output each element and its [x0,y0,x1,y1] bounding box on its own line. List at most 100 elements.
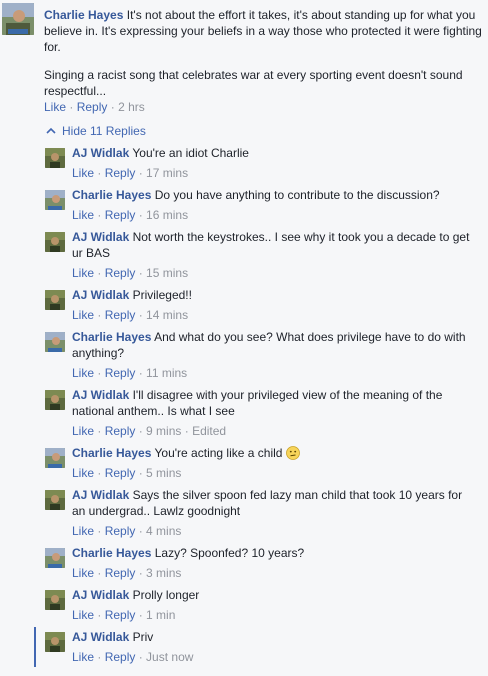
separator: · [135,366,147,380]
reply-message: You're acting like a child [154,446,283,460]
reply-timestamp[interactable]: 15 mins [146,266,188,280]
avatar[interactable] [45,490,65,510]
hide-replies-button[interactable]: Hide 11 Replies [46,123,146,139]
reply-author[interactable]: AJ Widlak [72,230,129,244]
reply-author[interactable]: AJ Widlak [72,288,129,302]
reply-button[interactable]: Reply [105,608,136,622]
reply-button[interactable]: Reply [105,650,136,664]
new-reply-indicator [34,627,36,667]
confused-emoji-icon [286,446,301,464]
reply-actions: Like · Reply · 5 mins [72,465,181,481]
reply-actions: Like · Reply · 9 mins · Edited [72,423,226,439]
reply-author[interactable]: AJ Widlak [72,630,129,644]
reply-button[interactable]: Reply [105,424,136,438]
reply-actions: Like · Reply · 16 mins [72,207,188,223]
reply-actions: Like · Reply · 1 min [72,607,175,623]
reply-timestamp[interactable]: 4 mins [146,524,181,538]
reply-timestamp[interactable]: 11 mins [146,366,187,380]
like-button[interactable]: Like [72,208,94,222]
bottom-strip [0,670,488,676]
reply-author[interactable]: AJ Widlak [72,488,129,502]
like-button[interactable]: Like [72,366,94,380]
like-button[interactable]: Like [72,524,94,538]
avatar[interactable] [45,290,65,310]
avatar[interactable] [45,548,65,568]
reply-message: Prolly longer [132,588,200,602]
reply-timestamp[interactable]: 3 mins [146,566,181,580]
reply-button[interactable]: Reply [105,166,136,180]
reply-text: AJ Widlak I'll disagree with your privil… [72,387,472,419]
reply-timestamp[interactable]: 5 mins [146,466,181,480]
like-button[interactable]: Like [44,100,66,114]
reply-author[interactable]: Charlie Hayes [72,446,151,460]
avatar[interactable] [45,590,65,610]
like-button[interactable]: Like [72,608,94,622]
reply-button[interactable]: Reply [105,466,136,480]
comment-timestamp[interactable]: 2 hrs [118,100,145,114]
comment-paragraph-2: Singing a racist song that celebrates wa… [44,68,463,98]
reply-author[interactable]: AJ Widlak [72,388,129,402]
reply-timestamp[interactable]: 1 min [146,608,175,622]
reply-actions: Like · Reply · 3 mins [72,565,181,581]
avatar[interactable] [45,190,65,210]
reply-author[interactable]: AJ Widlak [72,146,129,160]
separator: · [94,650,105,664]
avatar[interactable] [45,232,65,252]
avatar[interactable] [45,390,65,410]
reply-text: AJ Widlak Says the silver spoon fed lazy… [72,487,472,519]
reply-message: Priv [132,630,154,644]
avatar[interactable] [45,148,65,168]
reply-button[interactable]: Reply [105,366,136,380]
like-button[interactable]: Like [72,308,94,322]
reply-button[interactable]: Reply [105,208,136,222]
reply-timestamp[interactable]: 17 mins [146,166,188,180]
reply-timestamp[interactable]: Just now [146,650,193,664]
reply-author[interactable]: AJ Widlak [72,588,129,602]
reply-text: Charlie Hayes You're acting like a child [72,445,472,464]
reply-text: AJ Widlak Privileged!! [72,287,472,303]
reply-actions: Like · Reply · 4 mins [72,523,181,539]
avatar[interactable] [45,632,65,652]
reply-actions: Like · Reply · Just now [72,649,193,665]
separator: · [94,424,105,438]
separator: · [135,466,147,480]
reply-actions: Like · Reply · 15 mins [72,265,188,281]
avatar[interactable] [2,3,34,35]
separator: · [135,424,147,438]
reply-timestamp[interactable]: 9 mins [146,424,181,438]
reply-text: Charlie Hayes Do you have anything to co… [72,187,472,203]
reply-button[interactable]: Reply [105,308,136,322]
like-button[interactable]: Like [72,566,94,580]
reply-text: Charlie Hayes Lazy? Spoonfed? 10 years? [72,545,472,561]
like-button[interactable]: Like [72,424,94,438]
like-button[interactable]: Like [72,466,94,480]
reply-author[interactable]: Charlie Hayes [72,188,151,202]
reply-timestamp[interactable]: 14 mins [146,308,188,322]
reply-message: Do you have anything to contribute to th… [154,188,440,202]
separator: · [135,166,147,180]
separator: · [94,308,105,322]
reply-message: Privileged!! [132,288,192,302]
comment-text: Charlie Hayes It's not about the effort … [44,7,484,55]
comment-actions: Like · Reply · 2 hrs [44,100,145,114]
reply-author[interactable]: Charlie Hayes [72,330,151,344]
separator: · [135,608,147,622]
hide-replies-label: Hide 11 Replies [62,124,146,138]
reply-timestamp[interactable]: 16 mins [146,208,188,222]
separator: · [135,266,147,280]
reply-button[interactable]: Reply [105,524,136,538]
reply-button[interactable]: Reply [105,566,136,580]
reply-button[interactable]: Reply [105,266,136,280]
separator: · [94,608,105,622]
separator: · [135,208,147,222]
avatar[interactable] [45,332,65,352]
avatar[interactable] [45,448,65,468]
like-button[interactable]: Like [72,166,94,180]
reply-author[interactable]: Charlie Hayes [72,546,151,560]
like-button[interactable]: Like [72,266,94,280]
like-button[interactable]: Like [72,650,94,664]
edited-label[interactable]: Edited [192,424,226,438]
comment-author[interactable]: Charlie Hayes [44,8,123,22]
reply-button[interactable]: Reply [77,100,108,114]
reply-message: Says the silver spoon fed lazy man child… [72,488,463,518]
